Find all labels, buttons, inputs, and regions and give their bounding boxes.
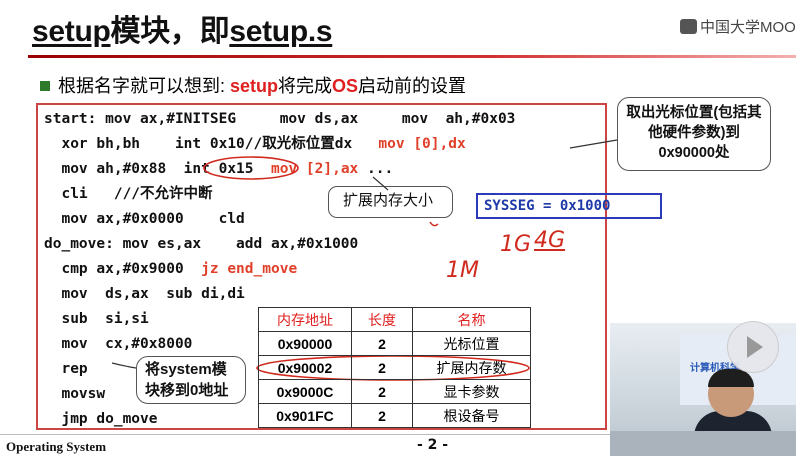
cursor-connector: [569, 139, 618, 149]
move-connector: [111, 362, 137, 369]
int15-ellipse: [203, 156, 299, 180]
table-cell-name: 扩展内存数: [412, 355, 531, 380]
footer-course-name: Operating System: [6, 439, 107, 454]
table-row: 0x901FC 2 根设备号: [258, 403, 531, 428]
footer-page-number: - 2 -: [417, 437, 449, 453]
table-cell-address: 0x90000: [258, 331, 352, 356]
ext-squiggle: [429, 221, 439, 227]
video-desk: [610, 431, 796, 456]
table-cell-address: 0x901FC: [258, 403, 352, 428]
ext-connector: [372, 176, 389, 191]
table-header-name: 名称: [412, 307, 531, 332]
play-icon[interactable]: [727, 321, 779, 373]
table-row: 0x90002 2 扩展内存数: [258, 355, 531, 380]
table-header-address: 内存地址: [258, 307, 352, 332]
table-cell-name: 光标位置: [412, 331, 531, 356]
table-cell-name: 显卡参数: [412, 379, 531, 404]
table-header-length: 长度: [351, 307, 413, 332]
memory-table: 内存地址 长度 名称 0x90000 2 光标位置 0x90002 2 扩展内存…: [258, 307, 531, 428]
table-row: 0x9000C 2 显卡参数: [258, 379, 531, 404]
table-row: 0x90000 2 光标位置: [258, 331, 531, 356]
footer-divider: [0, 434, 610, 435]
table-cell-length: 2: [351, 331, 413, 356]
table-cell-name: 根设备号: [412, 403, 531, 428]
table-cell-length: 2: [351, 355, 413, 380]
table-cell-length: 2: [351, 379, 413, 404]
table-cell-length: 2: [351, 403, 413, 428]
table-header-row: 内存地址 长度 名称: [258, 307, 531, 332]
table-cell-address: 0x90002: [258, 355, 352, 380]
table-cell-address: 0x9000C: [258, 379, 352, 404]
